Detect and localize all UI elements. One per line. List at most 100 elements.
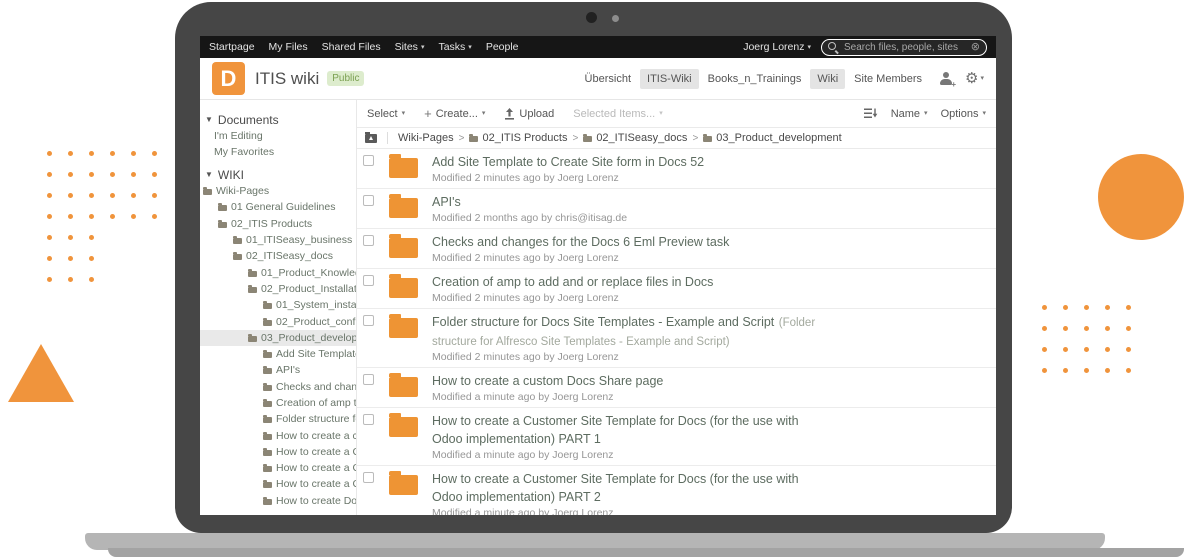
file-title-link[interactable]: How to create a custom Docs Share page [432, 374, 663, 388]
file-title-link[interactable]: Add Site Template to Create Site form in… [432, 155, 704, 169]
topnav-item[interactable]: Shared Files [322, 41, 381, 53]
topnav-item[interactable]: People [486, 41, 519, 53]
tree-item[interactable]: Checks and changes [200, 379, 356, 395]
upload-button[interactable]: Upload [504, 108, 554, 120]
dot [47, 151, 52, 156]
site-settings-menu[interactable]: ⚙ ▾ [965, 71, 984, 86]
topnav-item[interactable]: Startpage [209, 41, 255, 53]
topnav-item[interactable]: Sites▾ [395, 41, 425, 53]
folder-icon[interactable] [389, 377, 418, 397]
dot [1063, 368, 1068, 373]
tree-item[interactable]: How to create a cust [200, 427, 356, 443]
dot [89, 151, 94, 156]
tree-item[interactable]: 02_Product_configur [200, 313, 356, 329]
file-title-link[interactable]: Creation of amp to add and or replace fi… [432, 275, 713, 289]
add-user-icon[interactable]: + [939, 72, 953, 86]
folder-icon [263, 466, 272, 472]
tree-item[interactable]: How to create a Cust [200, 476, 356, 492]
breadcrumb-item[interactable]: Wiki-Pages [398, 132, 454, 144]
sidebar-item[interactable]: I'm Editing [200, 128, 356, 144]
folder-icon[interactable] [389, 198, 418, 218]
dot-row [1042, 368, 1131, 373]
user-menu-label: Joerg Lorenz [743, 41, 804, 53]
file-title-link[interactable]: How to create a Customer Site Template f… [432, 414, 799, 446]
file-title-link[interactable]: How to create a Customer Site Template f… [432, 472, 799, 504]
tree-item[interactable]: 01_ITISeasy_business [200, 232, 356, 248]
breadcrumb-item[interactable]: 03_Product_development [703, 132, 841, 144]
site-nav-item[interactable]: Books_n_Trainings [701, 69, 809, 89]
tree-item[interactable]: How to create a Cust [200, 460, 356, 476]
dot [1126, 305, 1131, 310]
topnav-item[interactable]: My Files [269, 41, 308, 53]
tree-item[interactable]: 01_Product_Knowledge [200, 264, 356, 280]
tree-item[interactable]: 01_System_installati [200, 297, 356, 313]
tree-item[interactable]: How to create Docs F [200, 493, 356, 509]
tree-item[interactable]: API's [200, 362, 356, 378]
tree-item[interactable]: How to create a Cust [200, 444, 356, 460]
tree-item[interactable]: 02_Product_Installation_ [200, 281, 356, 297]
tree-item[interactable]: 01 General Guidelines [200, 199, 356, 215]
folder-icon[interactable] [389, 318, 418, 338]
file-title-link[interactable]: API's [432, 195, 461, 209]
sidebar-section-wiki[interactable]: ▼ WIKI [200, 166, 356, 183]
select-button[interactable]: Select ▾ [367, 108, 405, 120]
tree-item[interactable]: Creation of amp to a [200, 395, 356, 411]
tree-item[interactable]: Wiki-Pages [200, 183, 356, 199]
row-checkbox[interactable] [363, 315, 374, 326]
upload-label: Upload [519, 108, 554, 120]
folder-icon [263, 417, 272, 423]
site-logo[interactable]: D [212, 62, 245, 95]
dot [1084, 368, 1089, 373]
site-nav-item[interactable]: ITIS-Wiki [640, 69, 699, 89]
file-title-link[interactable]: Folder structure for Docs Site Templates… [432, 315, 774, 329]
tree-item[interactable]: 03_Product_developme [200, 330, 356, 346]
dot [1126, 368, 1131, 373]
folder-icon [469, 136, 478, 142]
dot [89, 235, 94, 240]
row-checkbox[interactable] [363, 275, 374, 286]
table-row: How to create a Customer Site Template f… [357, 466, 996, 515]
sidebar-section-label: WIKI [218, 168, 244, 182]
tree-item[interactable]: Add Site Template to [200, 346, 356, 362]
row-checkbox[interactable] [363, 414, 374, 425]
row-checkbox[interactable] [363, 235, 374, 246]
tree-item[interactable]: 02_ITISeasy_docs [200, 248, 356, 264]
sort-field-button[interactable]: Name ▾ [891, 108, 928, 120]
chevron-down-icon: ▾ [924, 110, 928, 117]
user-menu[interactable]: Joerg Lorenz ▾ [743, 41, 811, 53]
row-checkbox[interactable] [363, 195, 374, 206]
search-box[interactable]: ⊗ [821, 39, 987, 56]
folder-up-icon[interactable] [365, 134, 377, 143]
dot [68, 193, 73, 198]
row-checkbox[interactable] [363, 374, 374, 385]
search-input[interactable] [844, 42, 960, 53]
collapse-arrow-icon: ▼ [205, 116, 213, 124]
tree-item[interactable]: 02_ITIS Products [200, 216, 356, 232]
clear-search-icon[interactable]: ⊗ [971, 42, 980, 53]
breadcrumb-item[interactable]: 02_ITISeasy_docs [583, 132, 687, 144]
dot [89, 172, 94, 177]
site-nav-item[interactable]: Site Members [847, 69, 929, 89]
file-title-link[interactable]: Checks and changes for the Docs 6 Eml Pr… [432, 235, 729, 249]
breadcrumb-item[interactable]: 02_ITIS Products [469, 132, 567, 144]
site-nav: ÜbersichtITIS-WikiBooks_n_TrainingsWikiS… [578, 69, 929, 89]
sidebar-item[interactable]: My Favorites [200, 144, 356, 160]
create-button[interactable]: + Create... ▾ [424, 107, 485, 120]
folder-icon[interactable] [389, 158, 418, 178]
folder-icon[interactable] [389, 475, 418, 495]
site-nav-item[interactable]: Übersicht [578, 69, 638, 89]
folder-icon[interactable] [389, 278, 418, 298]
row-checkbox[interactable] [363, 472, 374, 483]
selected-items-button[interactable]: Selected Items... ▾ [573, 108, 662, 120]
site-nav-item[interactable]: Wiki [810, 69, 845, 89]
file-title-line: Creation of amp to add and or replace fi… [432, 273, 832, 291]
sidebar-section-documents[interactable]: ▼ Documents [200, 111, 356, 128]
topnav-item[interactable]: Tasks▾ [438, 41, 471, 53]
sort-order-button[interactable] [864, 108, 878, 119]
folder-icon[interactable] [389, 238, 418, 258]
folder-icon[interactable] [389, 417, 418, 437]
tree-item[interactable]: Folder structure for D [200, 411, 356, 427]
row-checkbox[interactable] [363, 155, 374, 166]
options-button[interactable]: Options ▾ [941, 108, 986, 120]
file-meta: Modified a minute ago by Joerg Lorenz [432, 449, 832, 462]
